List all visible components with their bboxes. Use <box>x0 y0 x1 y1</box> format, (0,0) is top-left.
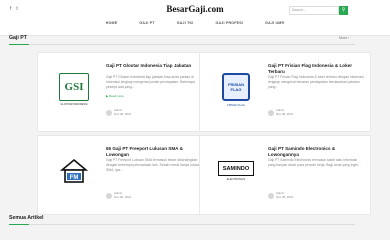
nav-item-gaji-pt[interactable]: GAJI PT <box>139 21 154 25</box>
article-thumbnail[interactable]: SAMINDO ELECTRONICS <box>212 148 260 204</box>
nav-item-gaji-umr[interactable]: GAJI UMR <box>265 21 284 25</box>
article-meta: Admin Nov 28, 2021 <box>268 191 294 200</box>
article-card[interactable]: SAMINDO ELECTRONICS Gaji PT Samindo Elec… <box>199 135 371 215</box>
section-title-all-articles: Semua Artikel <box>9 215 44 221</box>
article-excerpt: Gaji PT Samindo Electronics termasuk sal… <box>268 158 361 167</box>
section-title: Gaji PT <box>9 35 27 41</box>
samindo-logo: SAMINDO <box>218 161 254 176</box>
search-icon: ⚲ <box>341 7 346 13</box>
article-title[interactable]: Gaji PT Glostar Indonesia Tiap Jabatan <box>106 63 202 69</box>
section-divider <box>9 224 355 225</box>
gsi-logo: GSI <box>59 73 89 101</box>
logo-caption: ELECTRONICS <box>226 178 246 181</box>
article-title[interactable]: Gaji PT Samindo Electronics & Lowonganny… <box>268 146 364 158</box>
svg-text:FM: FM <box>70 175 79 181</box>
article-thumbnail[interactable]: FM <box>50 148 98 204</box>
article-meta: Admin Nov 28, 2021 <box>106 108 132 117</box>
article-title[interactable]: 65 Gaji PT Freeport Lulusan SMA & Lowong… <box>106 146 202 158</box>
logo-caption: GLOSTAR INDONESIA <box>60 103 88 106</box>
article-title[interactable]: Gaji PT Frisian Flag Indonesia & Loker T… <box>268 63 364 75</box>
read-more-link[interactable]: ▶ Read more <box>106 94 124 98</box>
freeport-logo: FM <box>60 158 88 183</box>
article-card[interactable]: FM 65 Gaji PT Freeport Lulusan SMA & Low… <box>37 135 209 215</box>
article-card[interactable]: GSI GLOSTAR INDONESIA Gaji PT Glostar In… <box>37 52 209 132</box>
article-meta: Admin Nov 28, 2021 <box>268 108 294 117</box>
article-meta: Admin Nov 28, 2021 <box>106 191 132 200</box>
avatar <box>106 109 112 116</box>
avatar <box>268 109 274 116</box>
frisian-flag-logo: FRISIAN FLAG <box>222 73 250 101</box>
avatar <box>268 192 274 199</box>
nav-item-gaji-tki[interactable]: GAJI TKI <box>177 21 194 25</box>
section-divider <box>9 44 355 45</box>
post-date: Nov 28, 2021 <box>114 194 132 199</box>
post-date: Nov 28, 2021 <box>114 111 132 116</box>
site-header: f t BesarGaji.com Search... ⚲ HOME GAJI … <box>0 0 390 36</box>
search-input[interactable]: Search... <box>289 6 339 15</box>
article-card[interactable]: FRISIAN FLAG FRISIAN FLAG Gaji PT Frisia… <box>199 52 371 132</box>
logo-caption: FRISIAN FLAG <box>227 104 245 107</box>
post-date: Nov 28, 2021 <box>276 111 294 116</box>
article-thumbnail[interactable]: GSI GLOSTAR INDONESIA <box>50 65 98 121</box>
main-nav: HOME GAJI PT GAJI TKI GAJI PROFESI GAJI … <box>0 21 390 25</box>
nav-item-gaji-profesi[interactable]: GAJI PROFESI <box>216 21 244 25</box>
more-link[interactable]: More › <box>339 36 349 40</box>
article-excerpt: Gaji PT Glostar Indonesia tiap jabatan b… <box>106 75 195 89</box>
nav-item-home[interactable]: HOME <box>106 21 118 25</box>
article-excerpt: Gaji PT Freeport Lulusan SMA termasuk be… <box>106 158 202 172</box>
post-date: Nov 28, 2021 <box>276 194 294 199</box>
article-excerpt: Gaji PT Frisian Flag Indonesia & loker t… <box>268 75 364 89</box>
avatar <box>106 192 112 199</box>
article-thumbnail[interactable]: FRISIAN FLAG FRISIAN FLAG <box>212 65 260 121</box>
search-button[interactable]: ⚲ <box>339 6 348 15</box>
